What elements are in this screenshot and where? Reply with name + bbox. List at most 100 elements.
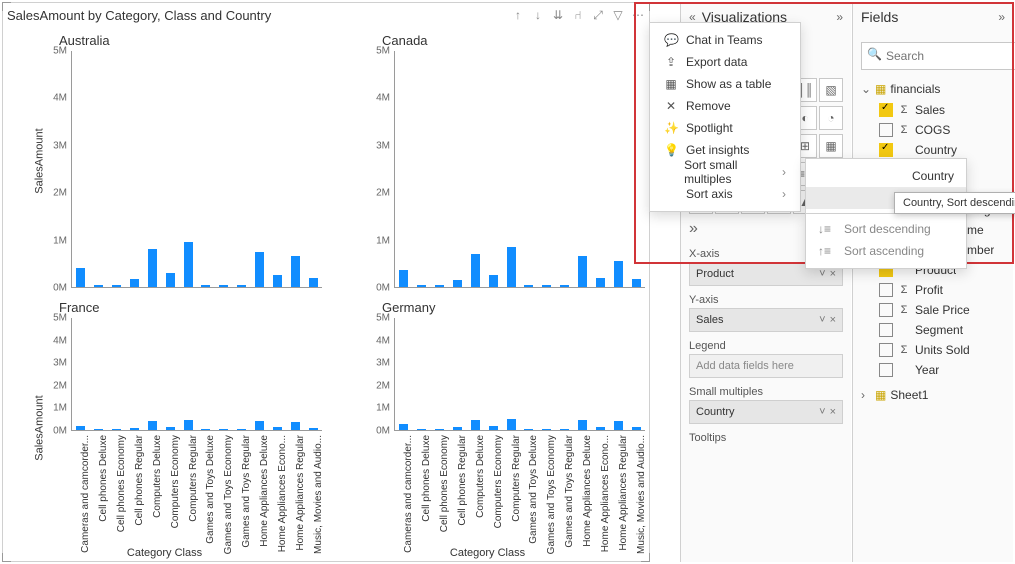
menu-chat-in-teams[interactable]: 💬Chat in Teams (650, 29, 800, 51)
menu-show-as-a-table[interactable]: ▦Show as a table (650, 73, 800, 95)
bar[interactable] (524, 285, 533, 287)
bar[interactable] (614, 261, 623, 287)
fields-search-input[interactable] (861, 42, 1015, 70)
bar[interactable] (596, 278, 605, 287)
menu-export-data[interactable]: ⇪Export data (650, 51, 800, 73)
drill-up-icon[interactable]: ↑ (511, 8, 525, 22)
field-checkbox[interactable] (879, 283, 893, 297)
bar[interactable] (219, 285, 228, 287)
viz-type-17[interactable]: ▦ (819, 134, 843, 158)
expand-viz-icon[interactable]: » (836, 10, 843, 24)
resize-handle-tr[interactable] (641, 2, 650, 11)
field-sales[interactable]: ΣSales (861, 100, 1005, 120)
bar[interactable] (399, 424, 408, 430)
bar[interactable] (471, 420, 480, 430)
filter-icon[interactable]: ▽ (611, 8, 625, 22)
field-checkbox[interactable] (879, 123, 893, 137)
remove-field-icon[interactable]: × (830, 314, 836, 326)
bar[interactable] (291, 256, 300, 287)
bar[interactable] (453, 427, 462, 430)
bar[interactable] (453, 280, 462, 287)
bar[interactable] (309, 428, 318, 430)
bar[interactable] (632, 279, 641, 287)
sort-descending[interactable]: ↓≡Sort descending (806, 218, 966, 240)
bar[interactable] (219, 429, 228, 430)
bar[interactable] (130, 279, 139, 287)
remove-field-icon[interactable]: × (830, 406, 836, 418)
bar[interactable] (399, 270, 408, 287)
bar[interactable] (273, 275, 282, 287)
drill-down-icon[interactable]: ↓ (531, 8, 545, 22)
viz-type-11[interactable]: ◔ (819, 106, 843, 130)
legend-well[interactable]: Add data fields here (689, 354, 843, 378)
bar[interactable] (112, 285, 121, 287)
bar[interactable] (596, 427, 605, 430)
bar[interactable] (507, 247, 516, 287)
resize-handle-tl[interactable] (2, 2, 11, 11)
chevron-down-icon[interactable]: ˅ (819, 406, 825, 418)
remove-field-icon[interactable]: × (830, 268, 836, 280)
viz-type-5[interactable]: ▧ (819, 78, 843, 102)
sort-ascending[interactable]: ↑≡Sort ascending (806, 240, 966, 262)
bar[interactable] (184, 242, 193, 287)
bar[interactable] (489, 426, 498, 430)
focus-mode-icon[interactable]: ⤢ (591, 8, 605, 22)
bar[interactable] (291, 422, 300, 430)
bar[interactable] (632, 427, 641, 430)
field-checkbox[interactable] (879, 303, 893, 317)
field-checkbox[interactable] (879, 103, 893, 117)
bar[interactable] (130, 428, 139, 430)
bar[interactable] (614, 421, 623, 430)
bar[interactable] (560, 285, 569, 287)
field-profit[interactable]: ΣProfit (861, 280, 1005, 300)
field-year[interactable]: Year (861, 360, 1005, 380)
bar[interactable] (201, 429, 210, 430)
small-multiples-well[interactable]: Country ˅× (689, 400, 843, 424)
bar[interactable] (201, 285, 210, 287)
bar[interactable] (542, 285, 551, 287)
drill-expand-icon[interactable]: ⇊ (551, 8, 565, 22)
bar[interactable] (273, 427, 282, 430)
field-country[interactable]: Country (861, 140, 1005, 160)
bar[interactable] (417, 285, 426, 287)
menu-remove[interactable]: ✕Remove (650, 95, 800, 117)
bar[interactable] (524, 429, 533, 430)
field-checkbox[interactable] (879, 143, 893, 157)
bar[interactable] (184, 420, 193, 430)
table-financials[interactable]: ⌄ ▦ financials (861, 78, 1005, 100)
bar[interactable] (489, 275, 498, 287)
field-units-sold[interactable]: ΣUnits Sold (861, 340, 1005, 360)
bar[interactable] (507, 419, 516, 430)
table-sheet1[interactable]: › ▦ Sheet1 (861, 384, 1005, 406)
chevron-down-icon[interactable]: ˅ (819, 268, 825, 280)
bar[interactable] (309, 278, 318, 287)
sort-by-country[interactable]: Country (806, 165, 966, 187)
bar[interactable] (237, 429, 246, 430)
field-sale-price[interactable]: ΣSale Price (861, 300, 1005, 320)
bar[interactable] (255, 252, 264, 287)
sort-axis-item[interactable]: Sort axis › (650, 183, 800, 205)
field-checkbox[interactable] (879, 343, 893, 357)
bar[interactable] (148, 421, 157, 430)
bar[interactable] (166, 427, 175, 430)
bar[interactable] (112, 429, 121, 430)
field-checkbox[interactable] (879, 363, 893, 377)
field-checkbox[interactable] (879, 323, 893, 337)
bar[interactable] (471, 254, 480, 287)
chevron-down-icon[interactable]: ˅ (819, 314, 825, 326)
bar[interactable] (94, 285, 103, 287)
bar[interactable] (578, 256, 587, 287)
chart-visual[interactable]: SalesAmount by Category, Class and Count… (2, 2, 650, 562)
field-segment[interactable]: Segment (861, 320, 1005, 340)
bar[interactable] (76, 426, 85, 430)
sort-small-multiples-item[interactable]: Sort small multiples › (650, 161, 800, 183)
bar[interactable] (578, 420, 587, 430)
bar[interactable] (76, 268, 85, 287)
bar[interactable] (435, 429, 444, 430)
bar[interactable] (94, 429, 103, 430)
bar[interactable] (435, 285, 444, 287)
field-cogs[interactable]: ΣCOGS (861, 120, 1005, 140)
bar[interactable] (560, 429, 569, 430)
drill-hierarchy-icon[interactable]: ⑁ (571, 8, 585, 22)
bar[interactable] (542, 429, 551, 430)
